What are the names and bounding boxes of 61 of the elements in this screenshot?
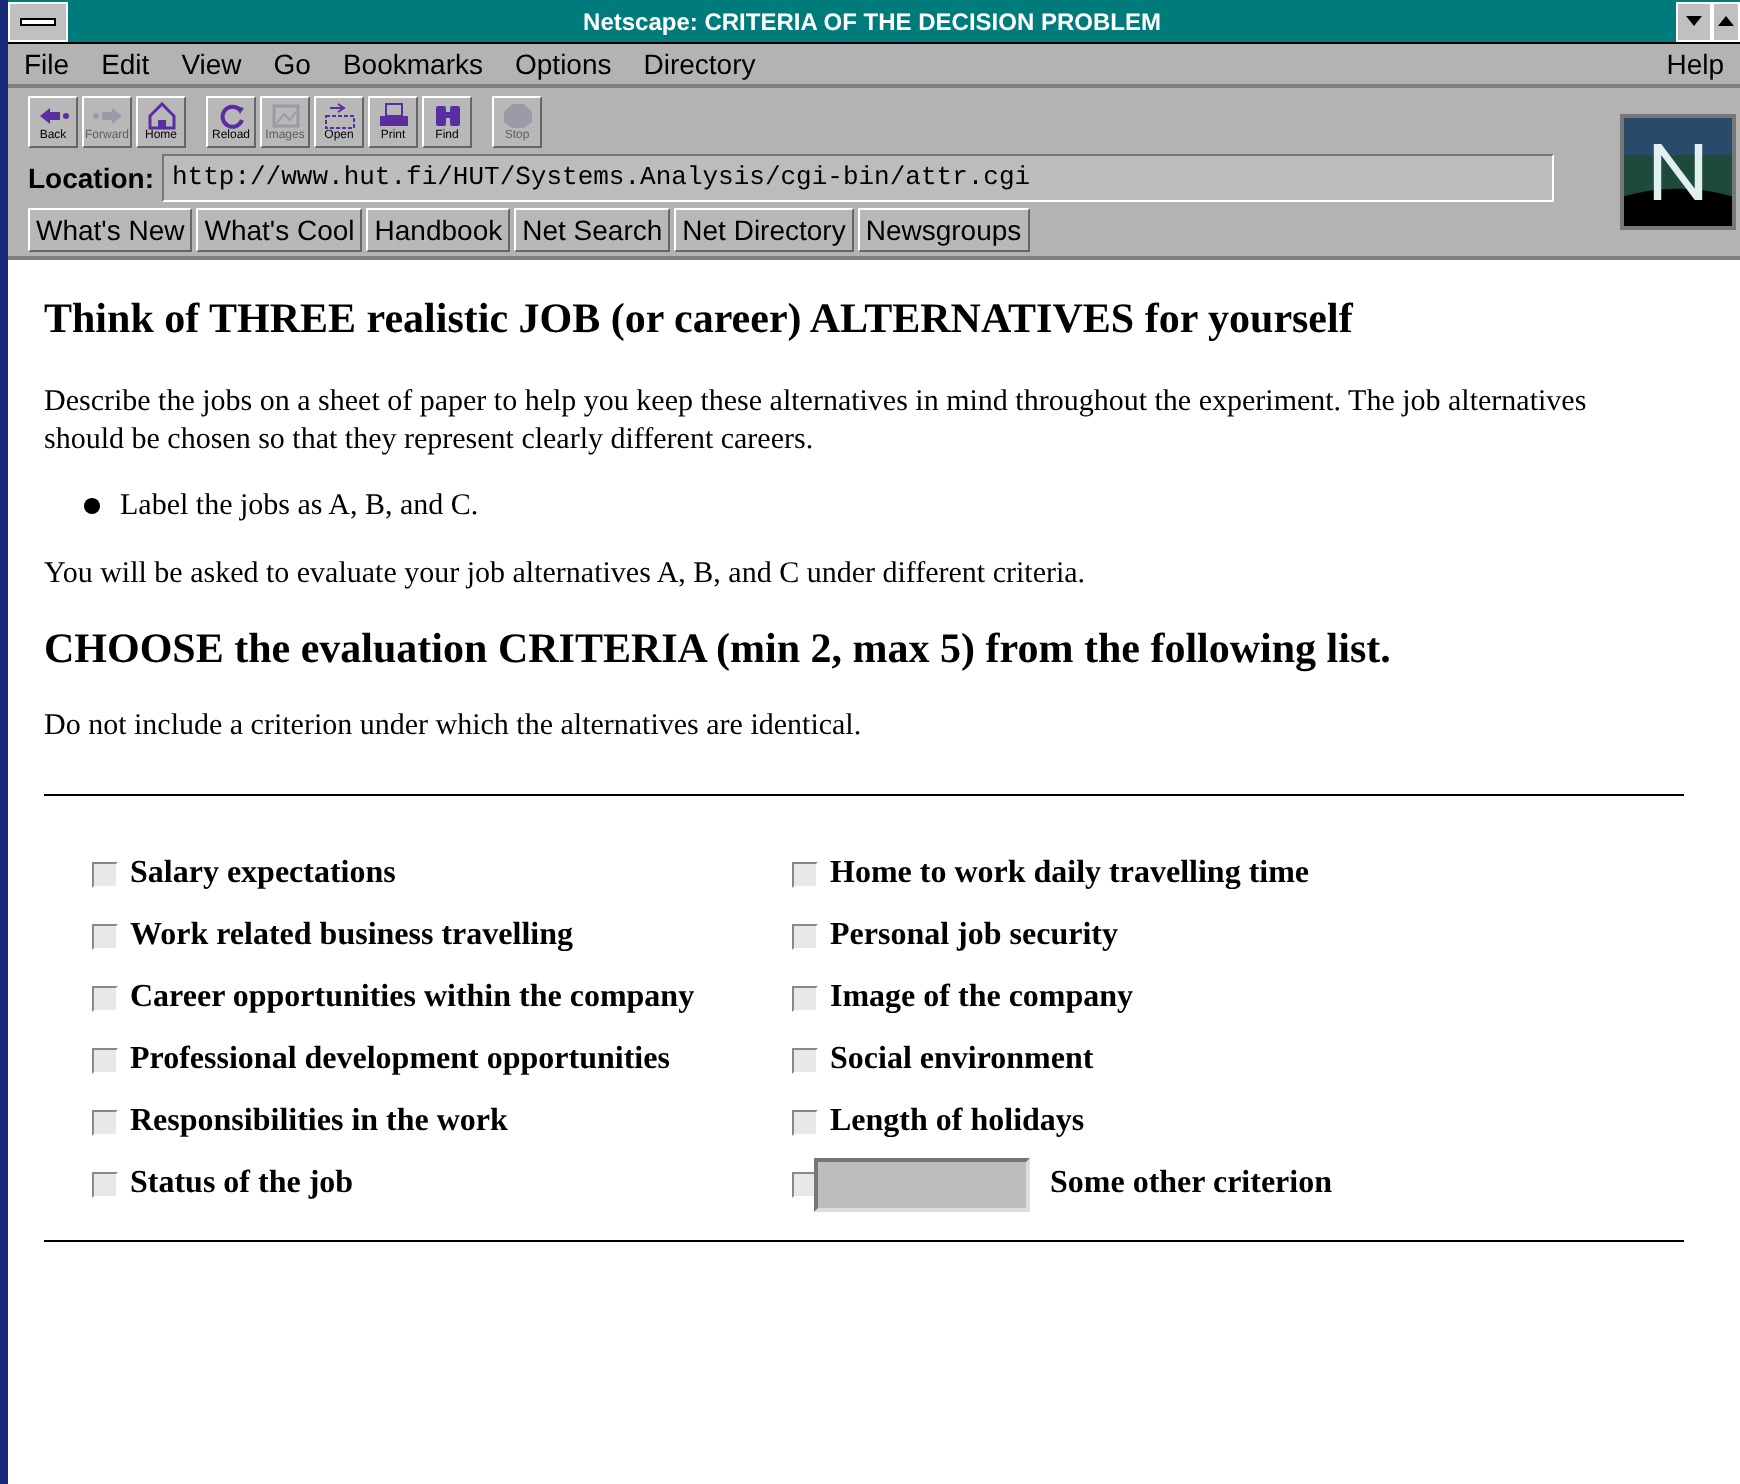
- criterion-label: Image of the company: [830, 978, 1134, 1018]
- menu-item[interactable]: Bookmarks: [342, 43, 483, 85]
- criterion-label: Work related business travelling: [130, 916, 573, 956]
- menu-item[interactable]: Go: [273, 43, 311, 85]
- directory-button[interactable]: Net Search: [514, 208, 671, 252]
- window-menu-button[interactable]: [8, 1, 68, 41]
- printer-icon: [375, 102, 411, 130]
- netscape-logo: [1620, 114, 1736, 230]
- checkbox[interactable]: [92, 1047, 118, 1073]
- checkbox[interactable]: [792, 923, 818, 949]
- maximize-button[interactable]: [1712, 1, 1740, 41]
- directory-button[interactable]: Net Directory: [674, 208, 854, 252]
- page-heading: Think of THREE realistic JOB (or career) ALTERNATIVES for yourself: [44, 292, 1355, 346]
- directory-button[interactable]: Handbook: [366, 208, 511, 252]
- menu-item[interactable]: Edit: [101, 43, 150, 85]
- left-arrow-icon: [35, 102, 71, 130]
- open-file-icon: [321, 102, 357, 130]
- checkbox[interactable]: [792, 861, 818, 887]
- criterion-label: Salary expectations: [130, 854, 396, 894]
- checkbox[interactable]: [792, 1109, 818, 1135]
- directory-button[interactable]: What's Cool: [196, 208, 363, 252]
- checkbox[interactable]: [792, 1047, 818, 1073]
- menu-item[interactable]: Options: [515, 43, 612, 85]
- location-field[interactable]: http://www.hut.fi/HUT/Systems.Analysis/cgi-bin/attr.cgi: [162, 154, 1554, 202]
- window-title: Netscape: CRITERIA OF THE DECISION PROBLEM: [581, 5, 1163, 39]
- menu-item[interactable]: File: [24, 43, 70, 85]
- up-triangle-icon: [1718, 16, 1734, 26]
- criterion-label: Career opportunities within the company: [130, 978, 695, 1018]
- checkbox[interactable]: [92, 923, 118, 949]
- instruction-text: Do not include a criterion under which the alternatives are identical.: [44, 708, 864, 746]
- checkbox[interactable]: [92, 1109, 118, 1135]
- images-icon: [267, 102, 303, 130]
- criterion-label: Status of the job: [130, 1164, 354, 1204]
- criterion-label: Personal job security: [830, 916, 1118, 956]
- bullet-icon: [84, 497, 100, 514]
- criterion-label: Professional development opportunities: [130, 1040, 670, 1080]
- checkbox[interactable]: [92, 861, 118, 887]
- menu-item[interactable]: View: [181, 43, 242, 85]
- section-heading: CHOOSE the evaluation CRITERIA (min 2, max 5) from the following list.: [44, 621, 1393, 676]
- criterion-input-field[interactable]: [814, 1157, 1030, 1211]
- house-icon: [143, 102, 179, 130]
- bullet-text: Label the jobs as A, B, and C.: [120, 487, 479, 525]
- criterion-label: Social environment: [830, 1040, 1094, 1080]
- menu-item[interactable]: Directory: [643, 43, 756, 85]
- directory-button[interactable]: Newsgroups: [857, 208, 1030, 252]
- checkbox[interactable]: [92, 1171, 118, 1197]
- menu-item[interactable]: Help: [1666, 43, 1724, 85]
- right-arrow-icon: [89, 102, 125, 130]
- criterion-label: Responsibilities in the work: [130, 1102, 508, 1142]
- stop-icon: [499, 102, 535, 130]
- down-triangle-icon: [1686, 16, 1702, 26]
- criterion-label: Length of holidays: [830, 1102, 1085, 1142]
- intro-paragraph: Describe the jobs on a sheet of paper to help you keep these alternatives in mind throughout the experiment. The job alternatives should be chosen so that they represent clearly different careers.: [44, 383, 1589, 459]
- criterion-label: Some other criterion: [1050, 1164, 1332, 1204]
- minimize-button[interactable]: [1676, 1, 1712, 41]
- note-text: You will be asked to evaluate your job alternatives A, B, and C under different criteria.: [44, 556, 1088, 594]
- directory-button[interactable]: What's New: [28, 208, 193, 252]
- checkbox[interactable]: [792, 985, 818, 1011]
- location-label: Location:: [28, 159, 154, 197]
- checkbox[interactable]: [92, 985, 118, 1011]
- criterion-label: Home to work daily travelling time: [830, 854, 1310, 894]
